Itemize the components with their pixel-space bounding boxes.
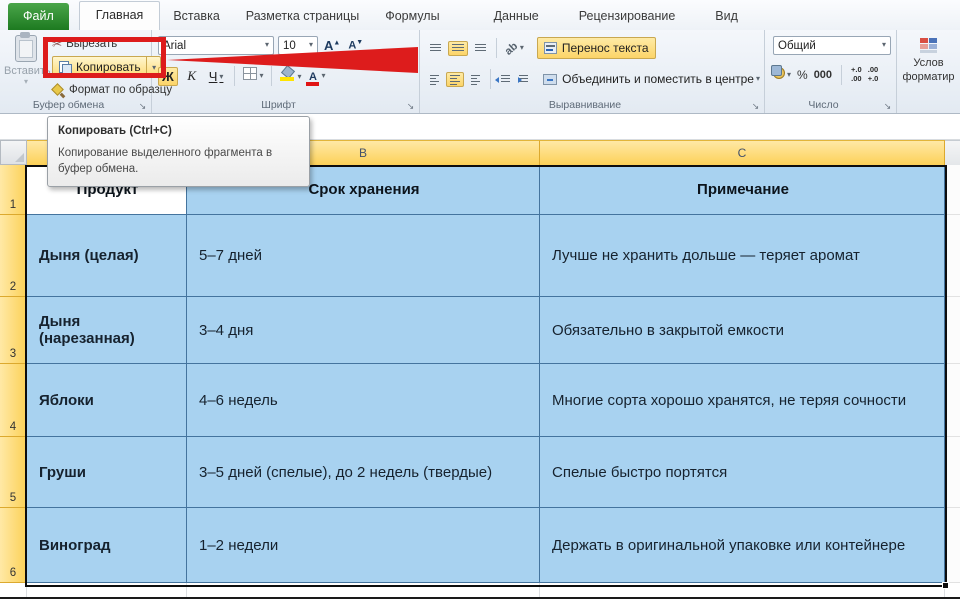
- row-header-6[interactable]: 6: [0, 508, 27, 583]
- tooltip-title: Копировать (Ctrl+C): [58, 125, 299, 137]
- cell-b3[interactable]: 3–4 дня: [187, 297, 540, 364]
- tab-page-layout[interactable]: Разметка страницы: [233, 3, 372, 30]
- number-format-select[interactable]: Общий: [773, 36, 891, 55]
- row-header-3[interactable]: 3: [0, 297, 27, 364]
- cell-a2[interactable]: Дыня (целая): [27, 215, 187, 297]
- cell-d3[interactable]: [945, 297, 960, 364]
- cell-a3[interactable]: Дыня (нарезанная): [27, 297, 187, 364]
- grid-below-table: [0, 583, 960, 599]
- table-row: 3 Дыня (нарезанная) 3–4 дня Обязательно …: [0, 297, 960, 364]
- wrap-text-label: Перенос текста: [562, 41, 649, 55]
- fill-handle[interactable]: [942, 582, 949, 589]
- table-row: 4 Яблоки 4–6 недель Многие сорта хорошо …: [0, 364, 960, 437]
- row-header-5[interactable]: 5: [0, 437, 27, 508]
- orientation-button[interactable]: ab: [505, 39, 524, 57]
- group-number: Общий % 000 +.0.00 .00+.0 Число: [765, 30, 897, 113]
- row-header-2[interactable]: 2: [0, 215, 27, 297]
- increase-decimal-button[interactable]: +.0.00: [851, 66, 862, 83]
- cell-b2[interactable]: 5–7 дней: [187, 215, 540, 297]
- decrease-indent-icon[interactable]: [499, 74, 512, 85]
- percent-button[interactable]: %: [797, 68, 808, 82]
- conditional-formatting-button[interactable]: Услов форматир: [901, 38, 956, 85]
- align-bottom-button[interactable]: [473, 43, 488, 54]
- font-dialog-launcher-icon[interactable]: [405, 101, 416, 112]
- cell-c1[interactable]: Примечание: [540, 165, 945, 215]
- ribbon-tab-bar: Файл Главная Вставка Разметка страницы Ф…: [0, 0, 960, 30]
- tab-review[interactable]: Рецензирование: [566, 3, 689, 30]
- cell-d1[interactable]: [945, 165, 960, 215]
- decrease-decimal-button[interactable]: .00+.0: [868, 66, 879, 83]
- merge-center-label: Объединить и поместить в центре: [562, 72, 754, 86]
- tab-home[interactable]: Главная: [79, 1, 161, 30]
- number-group-label: Число: [765, 99, 882, 111]
- cell-b4[interactable]: 4–6 недель: [187, 364, 540, 437]
- annotation-arrow: [167, 47, 418, 73]
- clipboard-icon: [15, 35, 37, 62]
- font-color-icon: A: [306, 72, 319, 86]
- number-format-value: Общий: [778, 40, 816, 52]
- cell-b5[interactable]: 3–5 дней (спелые), до 2 недель (твердые): [187, 437, 540, 508]
- row-header-1[interactable]: 1: [0, 165, 27, 215]
- comma-style-button[interactable]: 000: [814, 69, 832, 81]
- number-dialog-launcher-icon[interactable]: [882, 101, 893, 112]
- group-alignment: ab Перенос текста Объединить и поместить…: [420, 30, 765, 113]
- align-center-button[interactable]: [446, 72, 464, 87]
- copy-tooltip: Копировать (Ctrl+C) Копирование выделенн…: [47, 116, 310, 187]
- row-header-4[interactable]: 4: [0, 364, 27, 437]
- paste-label: Вставить: [4, 65, 48, 77]
- select-all-corner[interactable]: [0, 140, 27, 165]
- increase-indent-icon[interactable]: [517, 74, 530, 85]
- cell-d2[interactable]: [945, 215, 960, 297]
- align-right-button[interactable]: [469, 74, 482, 85]
- table-row: 6 Виноград 1–2 недели Держать в оригинал…: [0, 508, 960, 583]
- table-row: 5 Груши 3–5 дней (спелые), до 2 недель (…: [0, 437, 960, 508]
- conditional-formatting-icon: [920, 38, 937, 54]
- column-header-rest: [945, 140, 960, 165]
- merge-center-button[interactable]: Объединить и поместить в центре: [543, 72, 760, 86]
- clipboard-group-label: Буфер обмена: [0, 99, 137, 111]
- tab-data[interactable]: Данные: [481, 3, 552, 30]
- accounting-format-button[interactable]: [773, 66, 791, 84]
- tab-formulas[interactable]: Формулы: [372, 3, 452, 30]
- alignment-group-label: Выравнивание: [420, 99, 750, 111]
- number-format-dropdown-icon: [880, 40, 886, 52]
- cond-format-label-line2: форматир: [901, 70, 956, 84]
- column-header-c[interactable]: C: [540, 140, 945, 165]
- cell-a6[interactable]: Виноград: [27, 508, 187, 583]
- wrap-text-button[interactable]: Перенос текста: [537, 37, 656, 59]
- align-top-button[interactable]: [428, 43, 443, 54]
- cell-c5[interactable]: Спелые быстро портятся: [540, 437, 945, 508]
- annotation-highlight-box: [43, 37, 166, 78]
- align-middle-button[interactable]: [448, 41, 468, 56]
- cell-b6[interactable]: 1–2 недели: [187, 508, 540, 583]
- cond-format-label-line1: Услов: [901, 56, 956, 70]
- cell-a4[interactable]: Яблоки: [27, 364, 187, 437]
- cell-d6[interactable]: [945, 508, 960, 583]
- tab-insert[interactable]: Вставка: [160, 3, 232, 30]
- cell-d5[interactable]: [945, 437, 960, 508]
- table-row: 2 Дыня (целая) 5–7 дней Лучше не хранить…: [0, 215, 960, 297]
- align-left-button[interactable]: [428, 74, 441, 85]
- cell-a5[interactable]: Груши: [27, 437, 187, 508]
- cell-c2[interactable]: Лучше не хранить дольше — теряет аромат: [540, 215, 945, 297]
- alignment-dialog-launcher-icon[interactable]: [750, 101, 761, 112]
- clipboard-dialog-launcher-icon[interactable]: [137, 101, 148, 112]
- tooltip-body: Копирование выделенного фрагмента в буфе…: [58, 145, 299, 177]
- font-group-label: Шрифт: [152, 99, 405, 111]
- currency-icon: [773, 67, 785, 79]
- paste-dropdown-arrow[interactable]: ▾: [4, 77, 48, 86]
- cell-c6[interactable]: Держать в оригинальной упаковке или конт…: [540, 508, 945, 583]
- excel-window: Файл Главная Вставка Разметка страницы Ф…: [0, 0, 960, 599]
- wrap-text-icon: [544, 42, 557, 54]
- paste-button[interactable]: Вставить ▾: [4, 35, 48, 97]
- cell-c3[interactable]: Обязательно в закрытой емкости: [540, 297, 945, 364]
- tab-view[interactable]: Вид: [702, 3, 751, 30]
- group-styles: Услов форматир: [897, 30, 960, 113]
- tab-file[interactable]: Файл: [8, 3, 69, 30]
- cell-c4[interactable]: Многие сорта хорошо хранятся, не теряя с…: [540, 364, 945, 437]
- merge-center-icon: [543, 74, 557, 85]
- cell-d4[interactable]: [945, 364, 960, 437]
- format-painter-icon: [52, 84, 65, 97]
